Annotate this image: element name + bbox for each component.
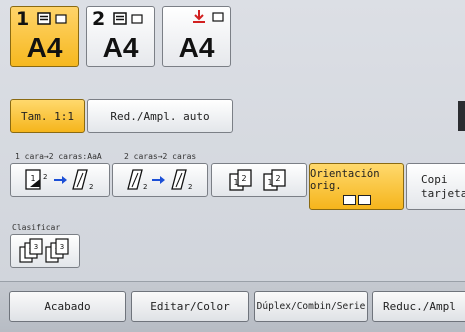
function-tab-bar: Acabado Editar/Color Dúplex/Combin/Serie… xyxy=(0,281,465,332)
tab-reduce-enlarge[interactable]: Reduc./Ampl xyxy=(372,291,465,322)
svg-text:2: 2 xyxy=(188,183,192,191)
svg-text:2: 2 xyxy=(143,183,147,191)
paper-orientation-icon xyxy=(212,11,224,22)
two-to-two-sided-icon: 2 2 xyxy=(127,169,192,191)
svg-text:2: 2 xyxy=(43,173,47,181)
tab-edit-color[interactable]: Editar/Color xyxy=(131,291,249,322)
copy-screen: 1 A4 2 A4 A4 Tam. 1:1 Red./Ampl. auto 1 … xyxy=(0,0,465,332)
id-card-copy-label-line2: tarjeta xyxy=(421,186,465,200)
paper-stack-icon xyxy=(113,12,127,25)
two-pages-icon: 1 2 1 2 xyxy=(229,169,286,191)
bypass-tray-button[interactable]: A4 xyxy=(162,6,231,67)
tray-paper-size: A4 xyxy=(178,32,215,63)
svg-text:3: 3 xyxy=(60,243,64,251)
svg-text:2: 2 xyxy=(241,174,246,183)
paper-orientation-icon xyxy=(131,13,143,24)
tray-number: 1 xyxy=(16,8,30,30)
duplex-layout-button[interactable]: 1 2 1 2 xyxy=(211,163,307,197)
tray-2-button[interactable]: 2 A4 xyxy=(86,6,155,67)
svg-text:1: 1 xyxy=(30,174,35,183)
id-card-copy-label-line1: Copi xyxy=(421,172,448,186)
paper-stack-icon xyxy=(37,12,51,25)
full-size-button[interactable]: Tam. 1:1 xyxy=(10,99,85,133)
orientation-icon xyxy=(342,195,371,205)
tray-1-button[interactable]: 1 A4 xyxy=(10,6,79,67)
duplex-1to2-label: 1 cara→2 caras:AaA xyxy=(15,152,102,161)
tray-paper-size: A4 xyxy=(102,32,139,63)
tab-finishing[interactable]: Acabado xyxy=(9,291,126,322)
paper-orientation-icon xyxy=(55,13,67,24)
svg-text:3: 3 xyxy=(34,243,38,251)
id-card-copy-button[interactable]: Copi tarjeta xyxy=(406,163,465,210)
tray-number: 2 xyxy=(92,8,106,30)
svg-text:2: 2 xyxy=(89,183,93,191)
two-to-two-sided-button[interactable]: 2 2 xyxy=(112,163,208,197)
original-orientation-label: Orientación orig. xyxy=(310,168,380,192)
sort-section-label: Clasificar xyxy=(12,223,61,232)
collate-icon: 1 2 3 1 2 3 xyxy=(19,238,69,263)
bypass-tray-icon xyxy=(193,10,205,23)
original-orientation-button[interactable]: Orientación orig. xyxy=(309,163,404,210)
auto-reduce-enlarge-button[interactable]: Red./Ampl. auto xyxy=(87,99,233,133)
tab-duplex-combine-series[interactable]: Dúplex/Combin/Serie xyxy=(254,291,368,322)
display-edge xyxy=(458,101,465,131)
tray-paper-size: A4 xyxy=(26,32,63,63)
duplex-2to2-label: 2 caras→2 caras xyxy=(124,152,197,161)
one-to-two-sided-icon: 1 2 2 xyxy=(25,169,93,191)
sort-button[interactable]: 1 2 3 1 2 3 xyxy=(10,234,80,268)
one-to-two-sided-button[interactable]: 1 2 2 xyxy=(10,163,110,197)
svg-text:2: 2 xyxy=(275,174,280,183)
